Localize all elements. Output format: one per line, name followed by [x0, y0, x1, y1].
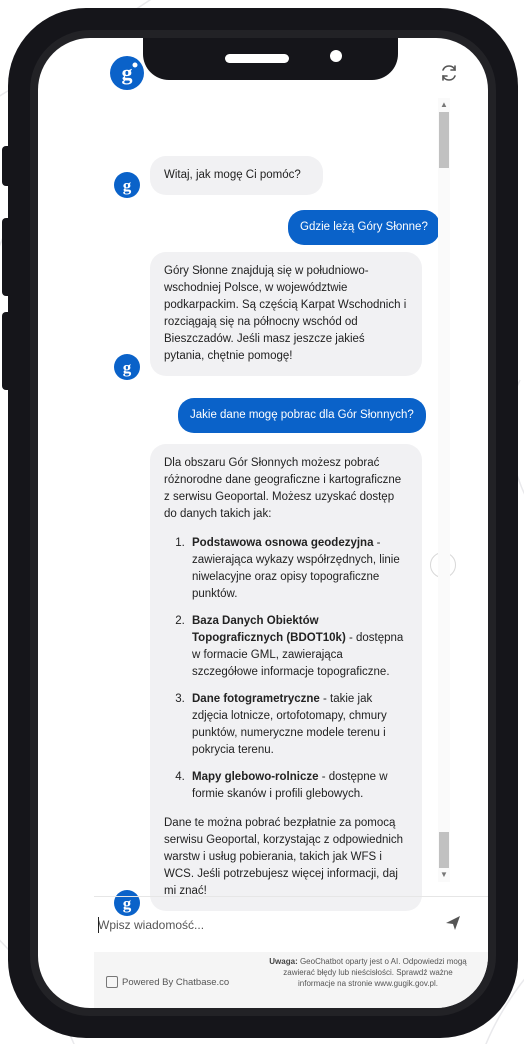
powered-by-text: Powered By Chatbase.co	[122, 977, 230, 988]
disclaimer-text: GeoChatbot oparty jest o AI. Odpowiedzi …	[283, 957, 467, 989]
refresh-icon[interactable]	[438, 62, 460, 84]
scroll-thumb[interactable]	[439, 112, 449, 168]
speaker	[225, 54, 289, 63]
list-item-title: Podstawowa osnowa geodezyjna	[192, 537, 374, 549]
scroll-thumb[interactable]	[439, 832, 449, 868]
chatbase-icon	[106, 976, 118, 988]
send-icon	[446, 916, 460, 930]
disclaimer-label: Uwaga:	[269, 957, 298, 966]
message-input[interactable]	[98, 912, 428, 938]
text-caret	[98, 917, 99, 933]
user-message-text: Jakie dane mogę pobrac dla Gór Słonnych?	[190, 409, 414, 421]
data-list: Podstawowa osnowa geodezyjna - zawierają…	[164, 535, 408, 803]
list-item: Podstawowa osnowa geodezyjna - zawierają…	[188, 535, 408, 603]
user-message-text: Gdzie leżą Góry Słonne?	[300, 221, 428, 233]
scroll-up-arrow-icon[interactable]: ▲	[440, 101, 448, 109]
list-item: Dane fotogrametryczne - takie jak zdjęci…	[188, 691, 408, 759]
bot-avatar: g	[114, 354, 140, 380]
bot-message: Góry Słonne znajdują się w południowo-ws…	[150, 252, 422, 376]
list-item-title: Baza Danych Obiektów Topograficznych (BD…	[192, 615, 346, 644]
message-input-row	[98, 912, 458, 938]
chat-scrollbar[interactable]: ▲ ▼	[438, 98, 450, 882]
svg-text:g: g	[123, 176, 132, 195]
chatbot-logo-icon: g	[110, 56, 144, 90]
svg-text:g: g	[122, 60, 133, 85]
scroll-down-arrow-icon[interactable]: ▼	[440, 871, 448, 879]
send-button[interactable]	[442, 912, 464, 934]
bot-message-text: Witaj, jak mogę Ci pomóc?	[164, 169, 301, 181]
list-item-title: Mapy glebowo-rolnicze	[192, 771, 319, 783]
phone-frame: g g Witaj, jak mogę Ci pomóc? Gdzie leżą…	[8, 8, 518, 1038]
phone-screen: g g Witaj, jak mogę Ci pomóc? Gdzie leżą…	[38, 38, 488, 1008]
scroll-track	[438, 98, 450, 882]
camera	[330, 50, 342, 62]
bot-message-text: Góry Słonne znajdują się w południowo-ws…	[164, 265, 407, 362]
list-item: Mapy glebowo-rolnicze - dostępne w formi…	[188, 769, 408, 803]
chat-messages: g Witaj, jak mogę Ci pomóc? Gdzie leżą G…	[94, 100, 488, 916]
user-message: Jakie dane mogę pobrac dla Gór Słonnych?	[178, 398, 426, 433]
bot-message: Witaj, jak mogę Ci pomóc?	[150, 156, 323, 195]
bot-message-outro: Dane te można pobrać bezpłatnie za pomoc…	[164, 817, 404, 897]
user-message: Gdzie leżą Góry Słonne?	[288, 210, 440, 245]
bot-message-intro: Dla obszaru Gór Słonnych możesz pobrać r…	[164, 457, 402, 520]
bot-message: Dla obszaru Gór Słonnych możesz pobrać r…	[150, 444, 422, 911]
list-item-title: Dane fotogrametryczne	[192, 693, 320, 705]
bot-avatar: g	[114, 172, 140, 198]
disclaimer: Uwaga: GeoChatbot oparty jest o AI. Odpo…	[266, 956, 470, 990]
input-divider	[94, 896, 488, 897]
list-item: Baza Danych Obiektów Topograficznych (BD…	[188, 613, 408, 681]
svg-text:g: g	[123, 358, 132, 377]
phone-notch	[143, 38, 398, 80]
